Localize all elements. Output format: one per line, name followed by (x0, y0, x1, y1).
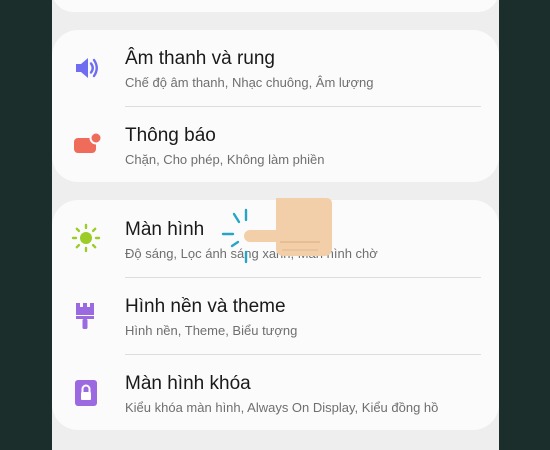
settings-item-notifications[interactable]: Thông báo Chặn, Cho phép, Không làm phiề… (52, 107, 499, 183)
settings-card-top (52, 0, 499, 12)
settings-card-sound-notifications: Âm thanh và rung Chế độ âm thanh, Nhạc c… (52, 30, 499, 182)
lock-icon (70, 377, 102, 409)
lock-screen-title: Màn hình khóa (125, 373, 251, 394)
paintbrush-icon (70, 299, 102, 331)
lock-screen-subtitle: Kiểu khóa màn hình, Always On Display, K… (125, 400, 439, 415)
notifications-title: Thông báo (125, 125, 216, 146)
speaker-icon (70, 52, 102, 84)
settings-item-wallpaper[interactable]: Hình nền và theme Hình nền, Theme, Biểu … (52, 278, 499, 354)
tap-indicator-icon (221, 208, 248, 264)
tap-hand-overlay (218, 196, 334, 271)
settings-item-lock-screen[interactable]: Màn hình khóa Kiểu khóa màn hình, Always… (52, 355, 499, 431)
sound-subtitle: Chế độ âm thanh, Nhạc chuông, Âm lượng (125, 75, 374, 90)
settings-item-sound[interactable]: Âm thanh và rung Chế độ âm thanh, Nhạc c… (52, 30, 499, 106)
brightness-icon (70, 222, 102, 254)
notifications-subtitle: Chặn, Cho phép, Không làm phiền (125, 152, 325, 167)
wallpaper-subtitle: Hình nền, Theme, Biểu tượng (125, 323, 298, 338)
notification-icon (70, 128, 102, 160)
pointing-hand-icon (244, 198, 332, 256)
sound-title: Âm thanh và rung (125, 48, 275, 69)
wallpaper-title: Hình nền và theme (125, 296, 286, 317)
display-title: Màn hình (125, 219, 205, 240)
